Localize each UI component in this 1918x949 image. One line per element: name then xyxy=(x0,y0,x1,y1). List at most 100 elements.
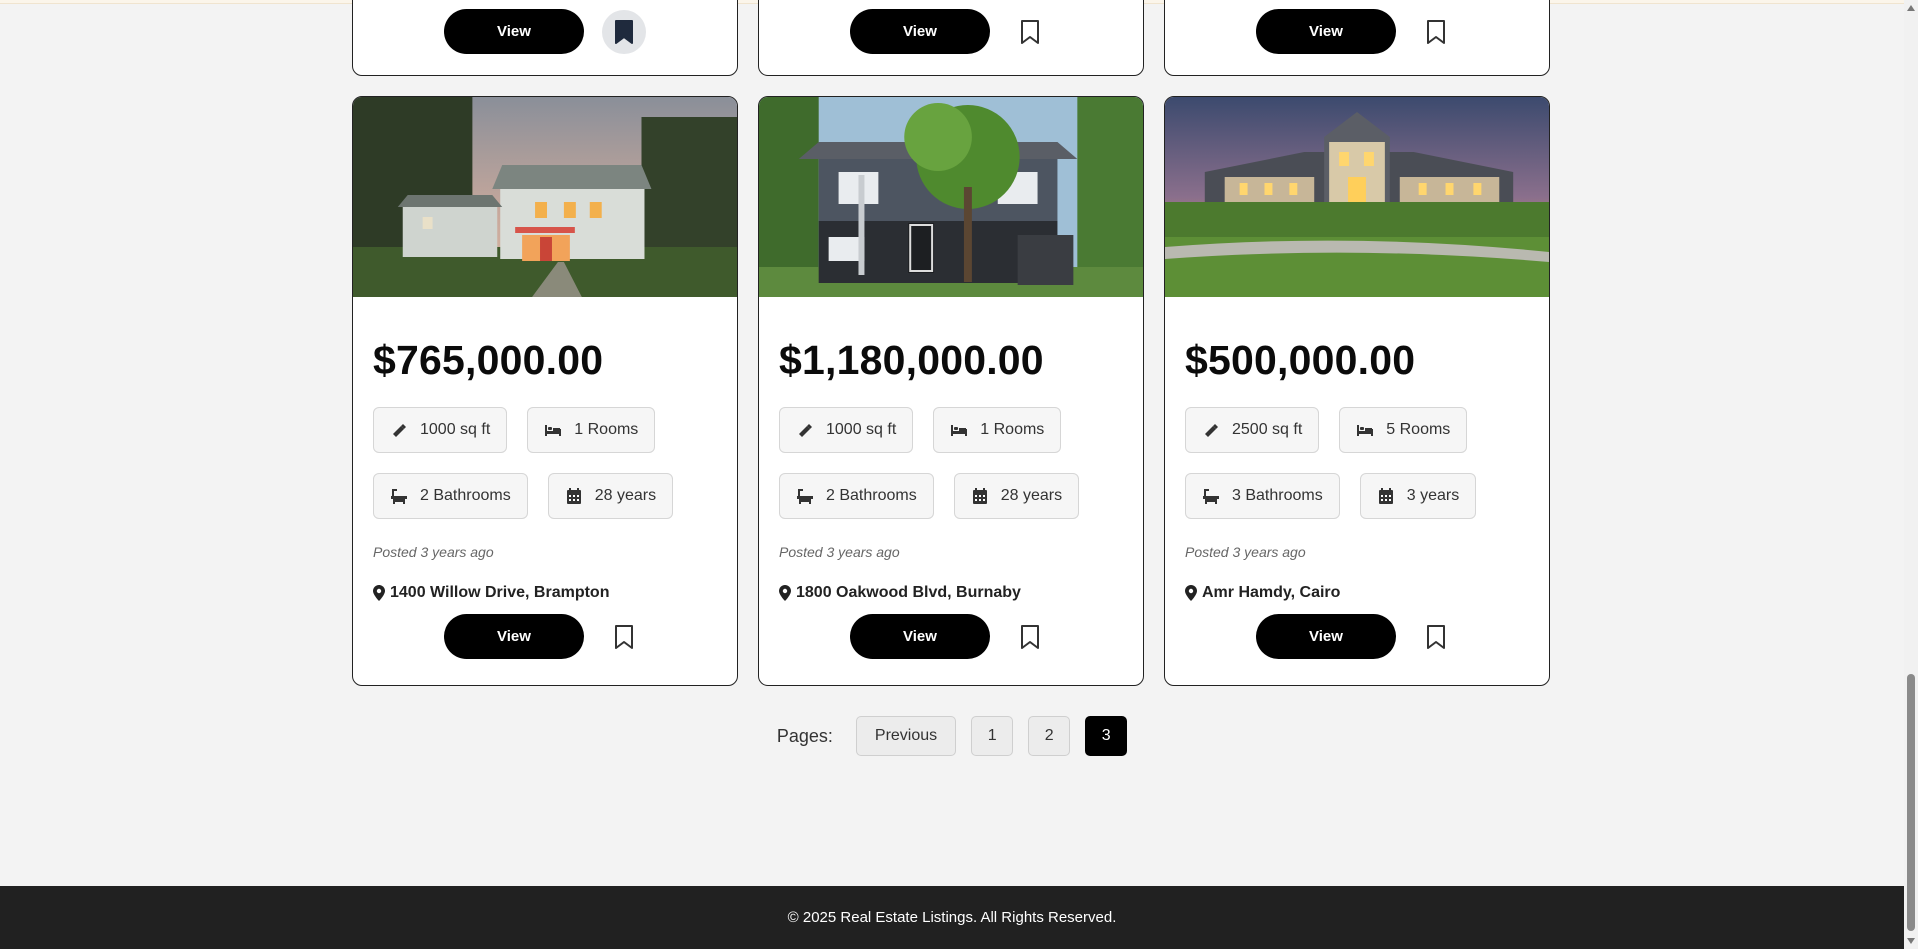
bookmark-icon xyxy=(1427,19,1445,44)
bookmark-button[interactable] xyxy=(602,615,646,659)
card-actions: View xyxy=(444,9,646,54)
bathrooms-value: 2 Bathrooms xyxy=(826,487,917,504)
age-value: 28 years xyxy=(1000,487,1063,504)
card-body: $765,000.00 1000 sq ft 1 Rooms 2 Bathroo… xyxy=(353,335,737,602)
bathrooms-chip: 3 Bathrooms xyxy=(1185,473,1340,519)
bathrooms-chip: 2 Bathrooms xyxy=(779,473,934,519)
listing-address: 1800 Oakwood Blvd, Burnaby xyxy=(779,584,1123,602)
area-chip: 1000 sq ft xyxy=(779,407,914,453)
age-chip: 28 years xyxy=(953,473,1080,519)
bathrooms-value: 2 Bathrooms xyxy=(420,487,511,504)
bathrooms-value: 3 Bathrooms xyxy=(1232,487,1323,504)
area-value: 2500 sq ft xyxy=(1232,421,1303,438)
rooms-value: 5 Rooms xyxy=(1386,421,1451,438)
scroll-down-arrow[interactable] xyxy=(1907,938,1915,944)
listing-price: $500,000.00 xyxy=(1185,337,1416,383)
scroll-up-arrow[interactable] xyxy=(1907,5,1915,11)
card-actions: View xyxy=(1256,9,1458,54)
listing-price: $1,180,000.00 xyxy=(779,337,1044,383)
calendar-icon xyxy=(566,488,581,504)
feature-row: 1000 sq ft 1 Rooms xyxy=(779,407,1123,453)
map-pin-icon xyxy=(779,585,791,601)
age-value: 3 years xyxy=(1406,487,1460,504)
view-button[interactable]: View xyxy=(1256,9,1396,54)
listing-card: $1,180,000.00 1000 sq ft 1 Rooms 2 Bathr… xyxy=(758,96,1144,686)
bookmark-button[interactable] xyxy=(1008,615,1052,659)
bath-icon xyxy=(1203,489,1219,504)
rooms-chip: 1 Rooms xyxy=(527,407,656,453)
feature-row: 2500 sq ft 5 Rooms xyxy=(1185,407,1529,453)
address-text: 1400 Willow Drive, Brampton xyxy=(390,584,610,601)
bookmark-button[interactable] xyxy=(1414,615,1458,659)
bathrooms-chip: 2 Bathrooms xyxy=(373,473,528,519)
rooms-chip: 5 Rooms xyxy=(1339,407,1468,453)
age-chip: 28 years xyxy=(547,473,674,519)
posted-date: Posted 3 years ago xyxy=(373,544,494,560)
bed-icon xyxy=(545,425,562,436)
scroll-thumb[interactable] xyxy=(1907,674,1915,931)
posted-date: Posted 3 years ago xyxy=(1185,544,1306,560)
rooms-value: 1 Rooms xyxy=(574,421,639,438)
view-button[interactable]: View xyxy=(444,614,584,659)
rooms-value: 1 Rooms xyxy=(980,421,1045,438)
feature-row: 2 Bathrooms 28 years xyxy=(373,473,717,519)
bath-icon xyxy=(391,489,407,504)
area-chip: 2500 sq ft xyxy=(1185,407,1320,453)
previous-page-button[interactable]: Previous xyxy=(855,716,957,756)
bookmark-icon xyxy=(615,624,633,649)
listing-card-top-3: View xyxy=(1164,0,1550,76)
ruler-icon xyxy=(1205,424,1218,437)
listing-card: $500,000.00 2500 sq ft 5 Rooms 3 Bathroo… xyxy=(1164,96,1550,686)
card-body: $1,180,000.00 1000 sq ft 1 Rooms 2 Bathr… xyxy=(759,335,1143,602)
page-button-2[interactable]: 2 xyxy=(1028,716,1071,756)
bookmark-button[interactable] xyxy=(1008,10,1052,54)
card-actions: View xyxy=(353,614,737,659)
pagination: Pages: Previous 1 2 3 xyxy=(0,716,1904,756)
pages-label: Pages: xyxy=(776,725,833,746)
listing-card-top-2: View xyxy=(758,0,1144,76)
area-value: 1000 sq ft xyxy=(826,421,897,438)
bookmark-button[interactable] xyxy=(602,9,646,54)
calendar-icon xyxy=(1378,488,1393,504)
area-value: 1000 sq ft xyxy=(420,421,491,438)
bookmark-icon xyxy=(1021,624,1039,649)
view-button[interactable]: View xyxy=(850,614,990,659)
listing-card-top-1: View xyxy=(352,0,738,76)
ruler-icon xyxy=(393,424,406,437)
bed-icon xyxy=(1357,425,1374,436)
address-text: 1800 Oakwood Blvd, Burnaby xyxy=(796,584,1021,601)
bookmark-filled-icon xyxy=(615,19,633,44)
bath-icon xyxy=(797,489,813,504)
bed-icon xyxy=(951,425,968,436)
card-body: $500,000.00 2500 sq ft 5 Rooms 3 Bathroo… xyxy=(1165,335,1549,602)
view-button[interactable]: View xyxy=(444,9,584,54)
card-actions: View xyxy=(850,9,1052,54)
house-photo[interactable] xyxy=(353,97,737,297)
age-chip: 3 years xyxy=(1359,473,1477,519)
listing-address: Amr Hamdy, Cairo xyxy=(1185,584,1529,602)
map-pin-icon xyxy=(1185,585,1197,601)
bookmark-icon xyxy=(1427,624,1445,649)
age-value: 28 years xyxy=(594,487,657,504)
page-button-3[interactable]: 3 xyxy=(1085,716,1128,756)
feature-row: 3 Bathrooms 3 years xyxy=(1185,473,1529,519)
bookmark-button[interactable] xyxy=(1414,10,1458,54)
card-actions: View xyxy=(759,614,1143,659)
view-button[interactable]: View xyxy=(850,9,990,54)
ruler-icon xyxy=(799,424,812,437)
vertical-scrollbar[interactable] xyxy=(1904,0,1918,949)
view-button[interactable]: View xyxy=(1256,614,1396,659)
rooms-chip: 1 Rooms xyxy=(933,407,1062,453)
feature-row: 2 Bathrooms 28 years xyxy=(779,473,1123,519)
house-photo[interactable] xyxy=(759,97,1143,297)
footer: © 2025 Real Estate Listings. All Rights … xyxy=(0,886,1904,949)
listings-grid: View View View $765,000.00 1000 sq ft 1 … xyxy=(352,0,1552,686)
house-photo[interactable] xyxy=(1165,97,1549,297)
listing-price: $765,000.00 xyxy=(373,337,604,383)
copyright-text: © 2025 Real Estate Listings. All Rights … xyxy=(787,909,1117,926)
page-button-1[interactable]: 1 xyxy=(971,716,1014,756)
address-text: Amr Hamdy, Cairo xyxy=(1202,584,1341,601)
posted-date: Posted 3 years ago xyxy=(779,544,900,560)
card-actions: View xyxy=(1165,614,1549,659)
listing-card: $765,000.00 1000 sq ft 1 Rooms 2 Bathroo… xyxy=(352,96,738,686)
